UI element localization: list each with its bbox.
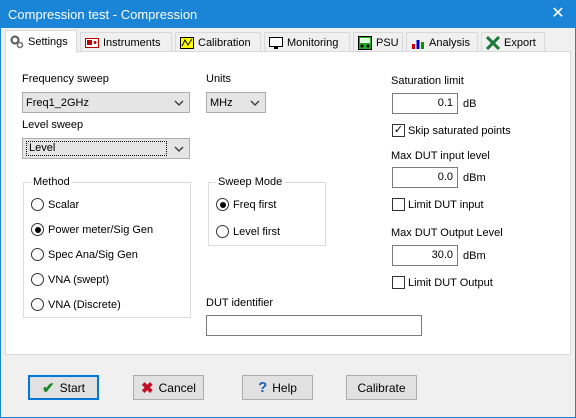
method-option-scalar[interactable]: Scalar	[31, 198, 79, 211]
method-option-vna-swept[interactable]: VNA (swept)	[31, 273, 109, 286]
tab-calibration[interactable]: Calibration	[175, 32, 261, 52]
radio-circle	[31, 273, 44, 286]
tab-analysis[interactable]: Analysis	[406, 32, 478, 52]
tab-strip: Settings Instruments Calibration Monitor…	[5, 30, 571, 53]
start-button-label: Start	[59, 380, 85, 395]
radio-circle-selected	[31, 223, 44, 236]
gears-icon	[10, 35, 24, 49]
help-button-label: Help	[272, 380, 297, 395]
calibration-icon	[180, 36, 194, 49]
method-group: Method Scalar Power meter/Sig Gen Spec A…	[23, 176, 191, 318]
radio-circle	[31, 198, 44, 211]
max-dut-input-field[interactable]: 0.0	[392, 167, 458, 188]
psu-icon	[358, 35, 372, 50]
dut-identifier-input[interactable]	[206, 315, 422, 336]
radio-circle	[31, 298, 44, 311]
tab-label: PSU	[376, 36, 399, 49]
close-icon[interactable]: ✕	[547, 3, 569, 25]
level-sweep-label: Level sweep	[22, 119, 84, 131]
tab-label: Settings	[28, 36, 68, 48]
units-value: MHz	[210, 96, 233, 109]
calibrate-button-label: Calibrate	[357, 380, 406, 395]
sweep-mode-group-label: Sweep Mode	[216, 176, 285, 188]
radio-label: VNA (Discrete)	[48, 298, 121, 311]
checkbox-checked-icon: ✓	[392, 124, 405, 137]
frequency-sweep-label: Frequency sweep	[22, 73, 109, 85]
dut-identifier-label: DUT identifier	[206, 297, 274, 309]
chevron-down-icon	[174, 100, 184, 106]
level-sweep-value: Level	[26, 141, 167, 156]
checkbox-unchecked-icon	[392, 276, 405, 289]
method-option-vna-discrete[interactable]: VNA (Discrete)	[31, 298, 121, 311]
tab-label: Monitoring	[287, 36, 339, 49]
method-group-label: Method	[31, 176, 72, 188]
tab-label: Analysis	[429, 36, 470, 49]
method-option-spec-ana-sig-gen[interactable]: Spec Ana/Sig Gen	[31, 248, 138, 261]
question-mark-icon: ?	[258, 379, 268, 396]
cancel-button[interactable]: ✖ Cancel	[133, 375, 204, 400]
limit-dut-input-checkbox[interactable]: Limit DUT input	[392, 198, 484, 211]
max-dut-output-unit: dBm	[463, 250, 486, 262]
radio-label: Level first	[233, 225, 281, 238]
radio-label: Freq first	[233, 198, 277, 211]
method-option-power-meter-sig-gen[interactable]: Power meter/Sig Gen	[31, 223, 153, 236]
sweep-mode-group: Sweep Mode Freq first Level first	[208, 176, 326, 246]
frequency-sweep-select[interactable]: Freq1_2GHz	[22, 92, 190, 113]
radio-label: VNA (swept)	[48, 273, 110, 286]
limit-dut-output-checkbox[interactable]: Limit DUT Output	[392, 276, 493, 289]
cancel-button-label: Cancel	[158, 380, 196, 395]
checkmark-icon: ✔	[42, 379, 55, 397]
sweep-mode-level-first[interactable]: Level first	[216, 225, 280, 238]
saturation-limit-label: Saturation limit	[391, 75, 464, 87]
radio-circle	[31, 248, 44, 261]
tab-instruments[interactable]: Instruments	[80, 32, 172, 52]
tab-export[interactable]: Export	[481, 32, 545, 52]
skip-saturated-checkbox[interactable]: ✓ Skip saturated points	[392, 124, 511, 137]
level-sweep-select[interactable]: Level	[22, 138, 190, 159]
analysis-icon	[412, 39, 424, 49]
instrument-icon	[85, 37, 99, 48]
tab-monitoring[interactable]: Monitoring	[264, 32, 350, 52]
settings-panel: Frequency sweep Freq1_2GHz Units MHz Lev…	[5, 51, 571, 355]
max-dut-input-unit: dBm	[463, 172, 486, 184]
tab-label: Export	[504, 36, 536, 49]
max-dut-output-label: Max DUT Output Level	[391, 227, 503, 239]
radio-circle	[216, 225, 229, 238]
sweep-mode-freq-first[interactable]: Freq first	[216, 198, 276, 211]
radio-label: Power meter/Sig Gen	[48, 223, 154, 236]
help-button[interactable]: ? Help	[242, 375, 313, 400]
checkbox-label: Skip saturated points	[408, 124, 511, 137]
tab-psu[interactable]: PSU	[353, 32, 403, 52]
saturation-limit-unit: dB	[463, 98, 477, 110]
max-dut-input-label: Max DUT input level	[391, 150, 490, 162]
radio-label: Spec Ana/Sig Gen	[48, 248, 138, 261]
checkbox-unchecked-icon	[392, 198, 405, 211]
cancel-x-icon: ✖	[141, 379, 154, 397]
chevron-down-icon	[250, 100, 260, 106]
checkbox-label: Limit DUT Output	[408, 276, 493, 289]
saturation-limit-input[interactable]: 0.1	[392, 93, 458, 114]
dialog-window: Compression test - Compression ✕ Setting…	[0, 0, 576, 418]
radio-circle-selected	[216, 198, 229, 211]
tab-settings[interactable]: Settings	[5, 30, 77, 53]
tab-label: Calibration	[198, 36, 251, 49]
max-dut-output-field[interactable]: 30.0	[392, 245, 458, 266]
start-button[interactable]: ✔ Start	[28, 375, 99, 400]
chevron-down-icon	[174, 146, 184, 152]
window-title: Compression test - Compression	[8, 7, 198, 22]
radio-label: Scalar	[48, 198, 80, 211]
units-select[interactable]: MHz	[206, 92, 266, 113]
export-icon	[486, 35, 500, 50]
tab-label: Instruments	[103, 36, 161, 49]
title-bar: Compression test - Compression ✕	[1, 1, 575, 28]
calibrate-button[interactable]: Calibrate	[346, 375, 417, 400]
checkbox-label: Limit DUT input	[408, 198, 484, 211]
frequency-sweep-value: Freq1_2GHz	[26, 96, 89, 109]
monitor-icon	[269, 36, 283, 49]
units-label: Units	[206, 73, 232, 85]
